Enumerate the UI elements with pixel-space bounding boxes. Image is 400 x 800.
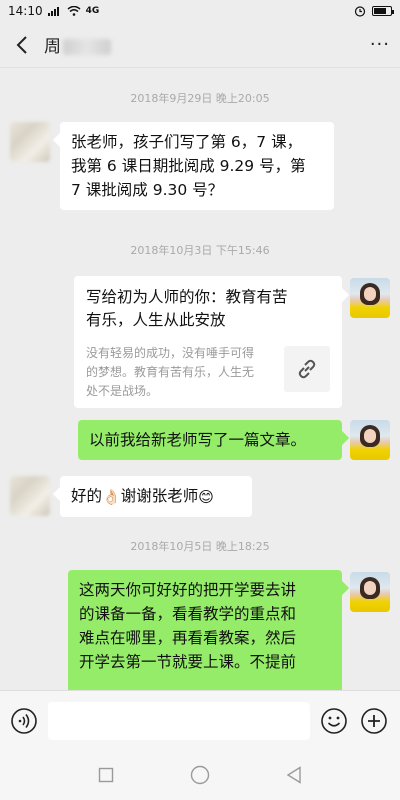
emoji-button[interactable]: [320, 707, 348, 735]
contact-name: 周: [44, 32, 111, 57]
message-line: 张老师，孩子们写了第 6，7 课，: [71, 133, 303, 151]
chevron-left-icon: [16, 35, 27, 54]
link-thumbnail: [284, 346, 330, 392]
chat-header: 周 ···: [0, 22, 400, 68]
signal-icon: [47, 7, 59, 16]
message-line: 这两天你可好好的把开学要去讲: [79, 581, 297, 599]
contact-name-text: 周: [44, 37, 61, 57]
ok-hand-emoji: 👌🏻: [102, 488, 121, 506]
message-line: 难点在哪里，再看看教案，然后: [79, 629, 297, 647]
more-actions-button[interactable]: [360, 707, 388, 735]
smile-emoji: 😊: [198, 488, 214, 506]
alarm-icon: [354, 6, 366, 17]
status-time: 14:10: [8, 4, 43, 18]
link-card[interactable]: 写给初为人师的你：教育有苦 有乐，人生从此安放 没有轻易的成功，没有唾手可得 的…: [74, 276, 342, 408]
link-icon: [298, 359, 316, 379]
recent-apps-icon[interactable]: [98, 767, 114, 783]
self-avatar[interactable]: [350, 572, 390, 612]
plus-icon: [361, 707, 387, 734]
home-icon[interactable]: [190, 765, 210, 785]
card-title-line: 有乐，人生从此安放: [86, 311, 226, 329]
message-text: 谢谢张老师: [120, 487, 199, 505]
emoji-icon: [321, 707, 347, 734]
card-title-line: 写给初为人师的你：教育有苦: [86, 288, 288, 306]
status-bar: 14:10 4G: [0, 0, 400, 22]
battery-icon: [372, 6, 394, 16]
card-desc-line: 处不是战场。: [86, 384, 159, 398]
more-button[interactable]: ···: [370, 34, 390, 55]
back-nav-icon[interactable]: [286, 766, 302, 784]
timestamp: 2018年10月5日 晚上18:25: [130, 540, 270, 553]
network-badge: 4G: [85, 6, 100, 16]
back-button[interactable]: [10, 33, 34, 57]
message-line: 以前我给新老师写了一篇文章。: [89, 431, 307, 449]
card-desc-line: 的梦想。教育有苦有乐，人生无: [86, 365, 255, 379]
chat-messages[interactable]: 2018年9月29日 晚上20:05 张老师，孩子们写了第 6，7 课， 我第 …: [0, 70, 400, 690]
input-bar: [0, 690, 400, 750]
message-bubble-incoming[interactable]: 张老师，孩子们写了第 6，7 课， 我第 6 课日期批阅成 9.29 号，第 7…: [60, 122, 334, 210]
voice-button[interactable]: [10, 707, 38, 735]
self-avatar[interactable]: [350, 420, 390, 460]
name-redaction: [63, 39, 111, 55]
teacher-avatar[interactable]: [10, 122, 50, 162]
message-bubble-outgoing[interactable]: 这两天你可好好的把开学要去讲 的课备一备，看看教学的重点和 难点在哪里，再看看教…: [68, 570, 342, 690]
voice-icon: [11, 707, 37, 734]
message-bubble-outgoing[interactable]: 以前我给新老师写了一篇文章。: [78, 420, 342, 460]
card-title: 写给初为人师的你：教育有苦 有乐，人生从此安放: [86, 286, 330, 332]
timestamp: 2018年10月3日 下午15:46: [130, 244, 270, 257]
message-input[interactable]: [48, 701, 310, 740]
self-avatar[interactable]: [350, 278, 390, 318]
message-line: 开学去第一节就要上课。不提前: [79, 653, 297, 671]
message-bubble-incoming[interactable]: 好的👌🏻谢谢张老师😊: [60, 476, 252, 517]
timestamp: 2018年9月29日 晚上20:05: [130, 92, 270, 105]
message-text: 好的: [71, 487, 103, 505]
teacher-avatar[interactable]: [10, 476, 50, 516]
message-line: 我第 6 课日期批阅成 9.29 号，第: [71, 157, 306, 175]
card-description: 没有轻易的成功，没有唾手可得 的梦想。教育有苦有乐，人生无 处不是战场。: [86, 344, 282, 401]
system-navigation-bar: [0, 750, 400, 800]
card-desc-line: 没有轻易的成功，没有唾手可得: [86, 346, 255, 360]
wifi-icon: [67, 6, 81, 16]
message-line: 的课备一备，看看教学的重点和: [79, 605, 297, 623]
message-line: 7 课批阅成 9.30 号？: [71, 181, 224, 199]
